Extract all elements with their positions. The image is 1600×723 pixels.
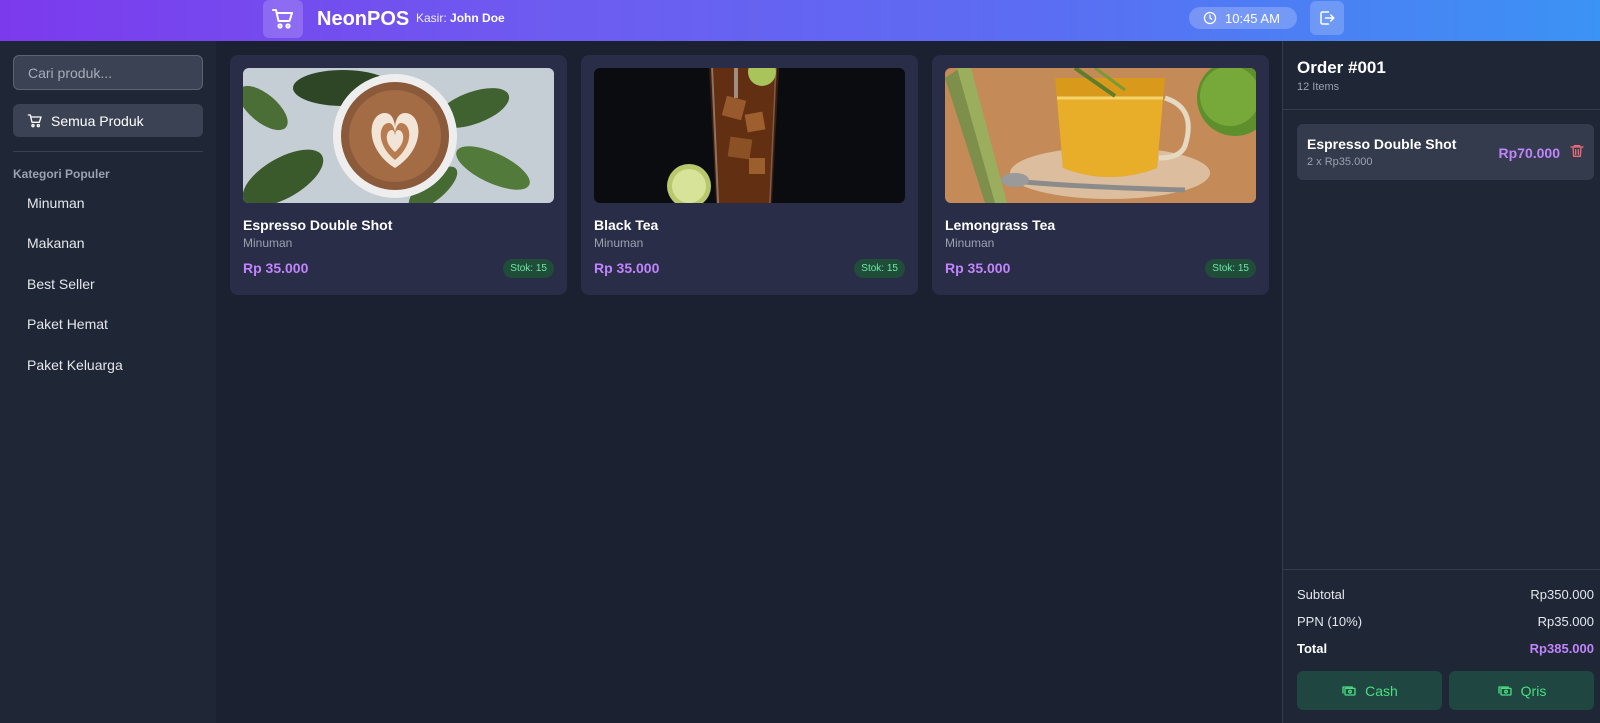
cash-icon [1497, 685, 1512, 696]
category-item-makanan[interactable]: Makanan [27, 235, 85, 251]
product-category: Minuman [243, 236, 293, 250]
total-label: Total [1297, 641, 1328, 656]
lemongrass-tea-cup-photo [945, 68, 1256, 203]
pay-cash-button[interactable]: Cash [1297, 671, 1442, 710]
subtotal-value: Rp350.000 [1530, 587, 1594, 602]
cashier-name: John Doe [450, 11, 505, 25]
product-category: Minuman [945, 236, 995, 250]
product-price: Rp 35.000 [945, 260, 1011, 276]
product-image [243, 68, 554, 203]
clock-icon [1203, 11, 1217, 25]
tax-row: PPN (10%) Rp35.000 [1297, 614, 1594, 629]
product-name: Lemongrass Tea [945, 217, 1056, 233]
product-category: Minuman [594, 236, 644, 250]
tax-value: Rp35.000 [1537, 614, 1594, 629]
category-item-paket-hemat[interactable]: Paket Hemat [27, 316, 108, 332]
trash-icon[interactable] [1569, 143, 1585, 159]
product-name: Espresso Double Shot [243, 217, 393, 233]
pay-qris-label: Qris [1520, 682, 1547, 699]
pay-qris-button[interactable]: Qris [1449, 671, 1594, 710]
category-title: Kategori Populer [13, 167, 110, 181]
order-item-count: 12 Items [1297, 81, 1340, 93]
cart-icon [27, 113, 42, 127]
product-card[interactable]: Espresso Double Shot Minuman Rp 35.000 S… [230, 55, 567, 295]
app-name: NeonPOS [317, 8, 410, 30]
all-products-label: Semua Produk [51, 112, 144, 129]
cart-icon [272, 9, 293, 29]
stock-badge: Stok: 15 [503, 259, 554, 278]
stock-badge: Stok: 15 [854, 259, 905, 278]
clock-pill: 10:45 AM [1189, 7, 1297, 29]
all-products-button[interactable]: Semua Produk [13, 104, 203, 137]
product-price: Rp 35.000 [594, 260, 660, 276]
product-price: Rp 35.000 [243, 260, 309, 276]
sidebar: Semua Produk Kategori Populer Minuman Ma… [0, 41, 216, 723]
stock-badge: Stok: 15 [1205, 259, 1256, 278]
latte-art-coffee-photo [243, 68, 554, 203]
category-item-minuman[interactable]: Minuman [27, 195, 85, 211]
tax-label: PPN (10%) [1297, 614, 1363, 629]
sidebar-divider [13, 151, 203, 152]
cashier-info: Kasir: John Doe [416, 11, 505, 25]
search-input[interactable] [13, 55, 203, 90]
cart-logo [263, 0, 303, 38]
category-item-paket-keluarga[interactable]: Paket Keluarga [27, 357, 123, 373]
subtotal-label: Subtotal [1297, 587, 1345, 602]
subtotal-row: Subtotal Rp350.000 [1297, 587, 1594, 602]
top-header: NeonPOS Kasir: John Doe 10:45 AM [0, 0, 1600, 41]
iced-tea-glass-photo [594, 68, 905, 203]
total-value: Rp385.000 [1529, 641, 1594, 656]
product-card[interactable]: Lemongrass Tea Minuman Rp 35.000 Stok: 1… [932, 55, 1269, 295]
totals-divider [1283, 569, 1600, 570]
logout-icon [1320, 11, 1335, 25]
cashier-label: Kasir: [416, 11, 447, 25]
order-item-name: Espresso Double Shot [1307, 136, 1457, 152]
total-row: Total Rp385.000 [1297, 641, 1594, 656]
product-name: Black Tea [594, 217, 659, 233]
product-image [945, 68, 1256, 203]
product-image [594, 68, 905, 203]
clock-time: 10:45 AM [1225, 10, 1280, 26]
logout-button[interactable] [1310, 1, 1344, 35]
pay-cash-label: Cash [1365, 682, 1398, 699]
cash-icon [1342, 685, 1356, 696]
category-item-best-seller[interactable]: Best Seller [27, 276, 95, 292]
product-grid: Espresso Double Shot Minuman Rp 35.000 S… [216, 41, 1282, 723]
order-item-total: Rp70.000 [1498, 145, 1560, 161]
order-title: Order #001 [1297, 58, 1386, 77]
order-divider [1283, 109, 1600, 110]
order-line-item[interactable]: Espresso Double Shot 2 x Rp35.000 Rp70.0… [1297, 124, 1594, 180]
order-panel: Order #001 12 Items Espresso Double Shot… [1282, 41, 1600, 723]
product-card[interactable]: Black Tea Minuman Rp 35.000 Stok: 15 [581, 55, 918, 295]
order-item-detail: 2 x Rp35.000 [1307, 156, 1373, 168]
